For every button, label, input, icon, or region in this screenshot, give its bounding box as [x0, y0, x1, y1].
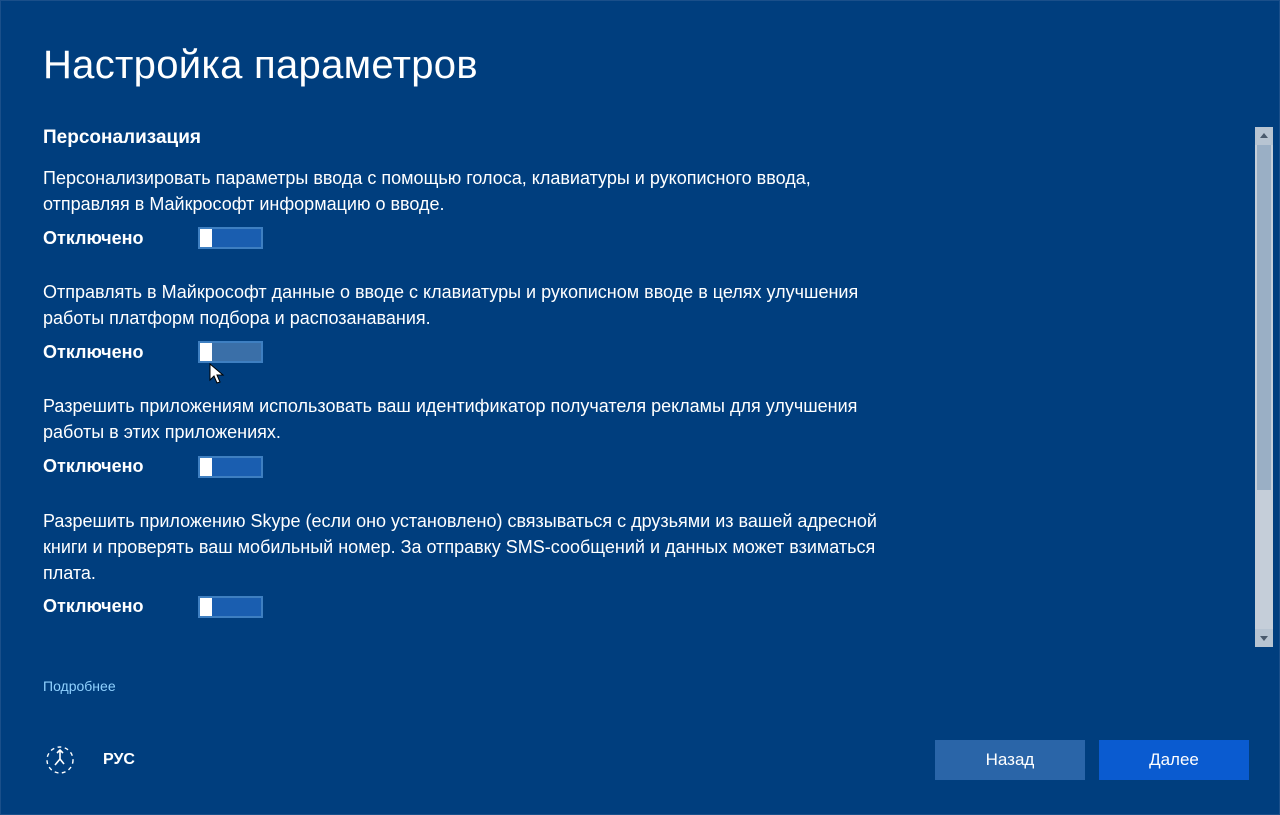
- setting-row: Отключено: [43, 341, 1221, 363]
- setting-advertising-id: Разрешить приложениям использовать ваш и…: [43, 393, 1221, 477]
- toggle-personalize-input[interactable]: [198, 227, 263, 249]
- setting-row: Отключено: [43, 456, 1221, 478]
- settings-scroll-area: Персонализация Персонализировать парамет…: [43, 127, 1221, 665]
- learn-more-link[interactable]: Подробнее: [43, 678, 116, 694]
- page-title: Настройка параметров: [43, 43, 478, 88]
- setting-desc: Отправлять в Майкрософт данные о вводе с…: [43, 279, 893, 331]
- toggle-state-label: Отключено: [43, 596, 158, 617]
- toggle-skype-contacts[interactable]: [198, 596, 263, 618]
- scrollbar-track[interactable]: [1255, 145, 1273, 629]
- setting-row: Отключено: [43, 227, 1221, 249]
- setting-desc: Разрешить приложениям использовать ваш и…: [43, 393, 893, 445]
- back-button[interactable]: Назад: [935, 740, 1085, 780]
- toggle-knob: [200, 458, 212, 476]
- settings-window: Настройка параметров Персонализация Перс…: [0, 0, 1280, 815]
- section-heading: Персонализация: [43, 127, 1221, 149]
- toggle-state-label: Отключено: [43, 228, 158, 249]
- setting-skype-contacts: Разрешить приложению Skype (если оно уст…: [43, 508, 1221, 618]
- language-indicator[interactable]: РУС: [103, 751, 135, 769]
- vertical-scrollbar[interactable]: [1255, 127, 1273, 647]
- toggle-advertising-id[interactable]: [198, 456, 263, 478]
- next-button[interactable]: Далее: [1099, 740, 1249, 780]
- toggle-send-typing-data[interactable]: [198, 341, 263, 363]
- scroll-down-button[interactable]: [1255, 629, 1273, 647]
- setting-row: Отключено: [43, 596, 1221, 618]
- scrollbar-thumb[interactable]: [1257, 145, 1271, 490]
- toggle-knob: [200, 598, 212, 616]
- toggle-state-label: Отключено: [43, 342, 158, 363]
- scroll-up-button[interactable]: [1255, 127, 1273, 145]
- setting-personalize-input: Персонализировать параметры ввода с помо…: [43, 165, 1221, 249]
- toggle-knob: [200, 229, 212, 247]
- ease-of-access-icon[interactable]: [43, 743, 77, 777]
- toggle-state-label: Отключено: [43, 456, 158, 477]
- footer-bar: РУС Назад Далее: [43, 738, 1249, 782]
- setting-desc: Разрешить приложению Skype (если оно уст…: [43, 508, 893, 586]
- setting-desc: Персонализировать параметры ввода с помо…: [43, 165, 893, 217]
- setting-send-typing-data: Отправлять в Майкрософт данные о вводе с…: [43, 279, 1221, 363]
- toggle-knob: [200, 343, 212, 361]
